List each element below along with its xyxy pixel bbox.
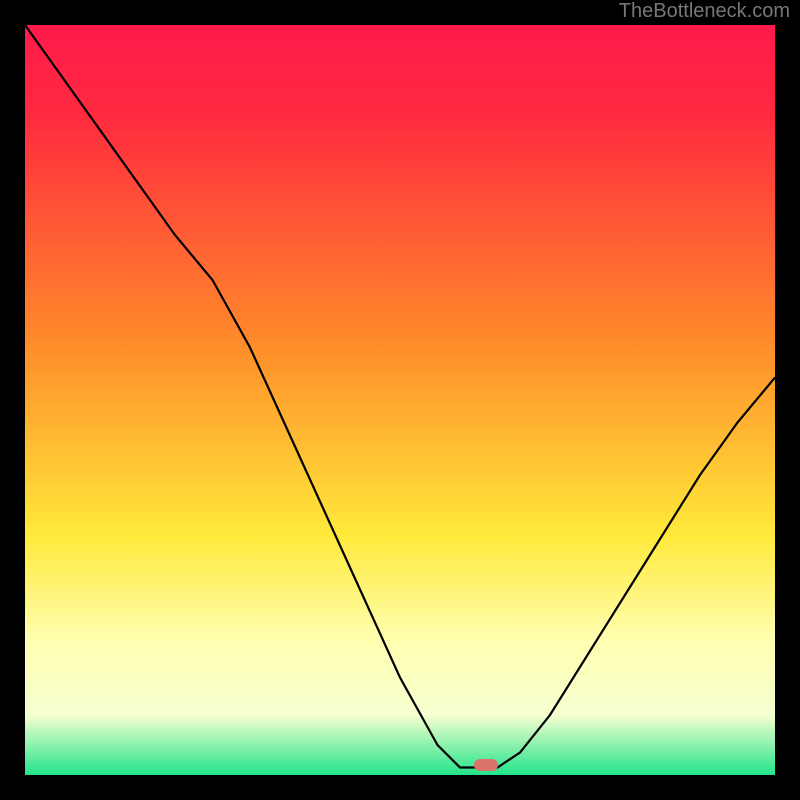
- watermark-text: TheBottleneck.com: [619, 0, 790, 23]
- plot-svg: [25, 25, 775, 775]
- gradient-background: [25, 25, 775, 775]
- optimal-marker: [474, 759, 498, 771]
- chart-frame: TheBottleneck.com: [0, 0, 800, 800]
- plot-area: [25, 25, 775, 775]
